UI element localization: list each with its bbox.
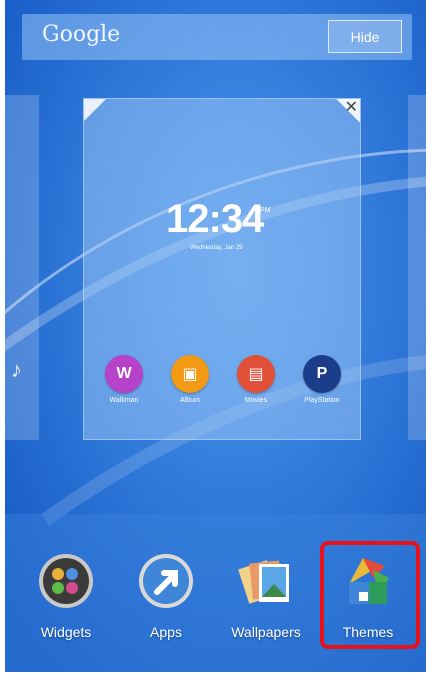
walkman-icon: W	[105, 355, 143, 393]
previous-page-preview[interactable]: ♪	[5, 95, 39, 440]
clock-time: 12:34	[166, 197, 264, 241]
close-icon: ✕	[344, 99, 358, 116]
app-movies[interactable]: ▤ Movies	[226, 355, 286, 404]
app-playstation[interactable]: P PlayStation	[292, 355, 352, 404]
widgets-icon	[37, 552, 95, 610]
dock-item-widgets[interactable]: Widgets	[21, 552, 111, 640]
clock-date: Wednesday, Jan 29	[190, 245, 243, 251]
wallpapers-icon	[237, 552, 295, 610]
dock-item-wallpapers[interactable]: Wallpapers	[221, 552, 311, 640]
remove-page-button[interactable]: ✕	[336, 99, 360, 123]
home-corner-icon[interactable]	[84, 99, 106, 121]
google-label: Google	[42, 22, 121, 47]
playstation-icon: P	[303, 355, 341, 393]
app-album[interactable]: ▣ Album	[160, 355, 220, 404]
hide-button[interactable]: Hide	[328, 20, 402, 53]
dock-item-apps[interactable]: Apps	[121, 552, 211, 640]
dock-item-label: Apps	[150, 624, 182, 640]
movies-icon: ▤	[237, 355, 275, 393]
dock-item-label: Wallpapers	[231, 624, 301, 640]
app-walkman[interactable]: W Walkman	[94, 355, 154, 404]
dock-item-label: Widgets	[40, 624, 92, 640]
app-label: Walkman	[109, 397, 139, 404]
app-label: Album	[180, 397, 200, 404]
next-page-preview[interactable]	[408, 95, 426, 440]
themes-highlight-box	[320, 541, 420, 649]
app-label: PlayStation	[304, 397, 340, 404]
preview-app-row: W Walkman ▣ Album ▤ Movies P PlayStation	[84, 355, 360, 415]
home-page-preview[interactable]: ✕ 12:34 PM Wednesday, Jan 29 W Walkman ▣…	[83, 98, 361, 440]
app-label: Movies	[244, 397, 268, 404]
apps-icon	[137, 552, 195, 610]
google-search-bar[interactable]: Google Hide	[22, 14, 412, 60]
music-note-icon: ♪	[11, 357, 22, 382]
album-icon: ▣	[171, 355, 209, 393]
clock-ampm: PM	[260, 207, 271, 214]
